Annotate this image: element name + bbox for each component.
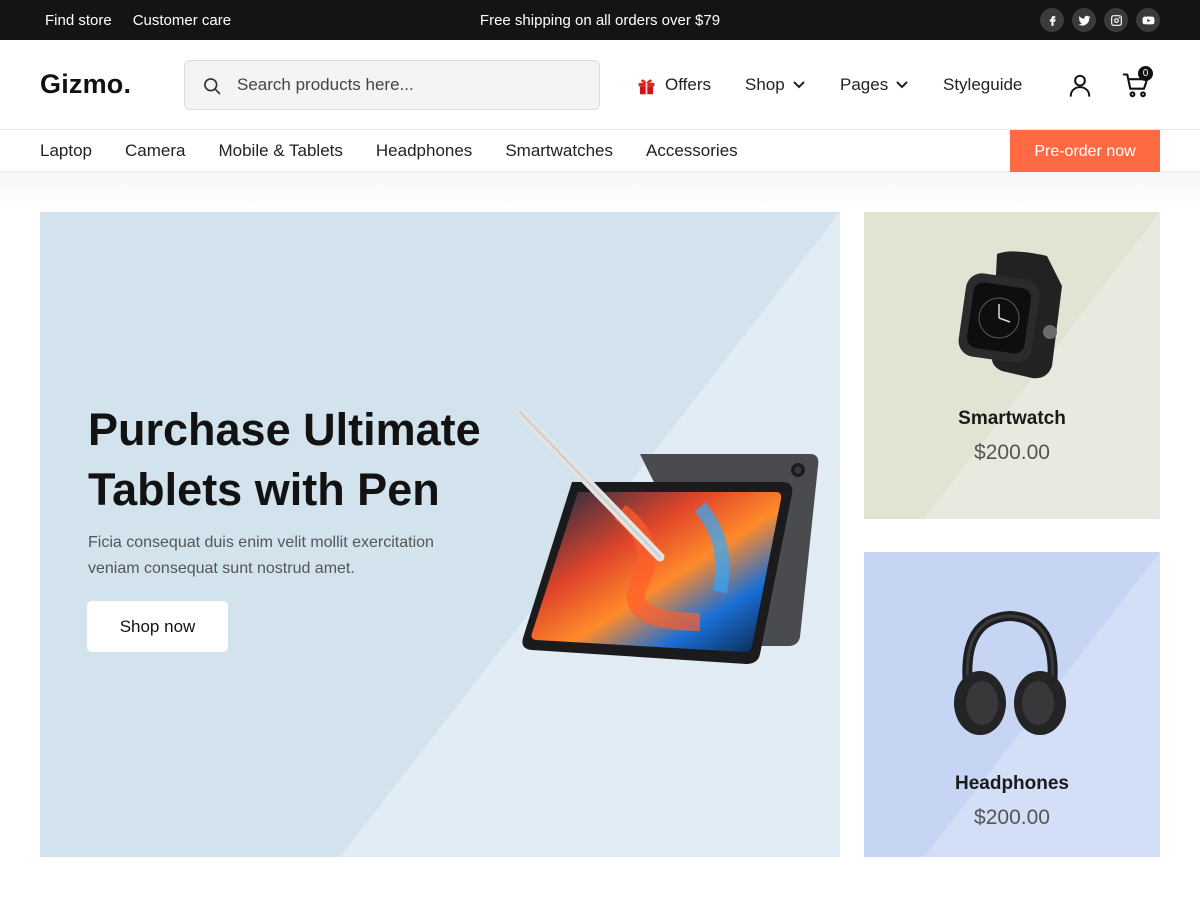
product-title: Headphones (954, 773, 1070, 794)
nav-pages-label: Pages (840, 75, 889, 94)
cart-count-badge: 0 (1138, 66, 1153, 81)
product-price: $200.00 (974, 441, 1050, 464)
user-icon[interactable] (1067, 72, 1093, 98)
hero-title: Purchase Ultimate Tablets with Pen (88, 404, 481, 515)
hero-banner: Purchase Ultimate Tablets with Pen Ficia… (40, 212, 840, 857)
find-store-link[interactable]: Find store (45, 12, 112, 29)
nav-styleguide[interactable]: Styleguide (943, 40, 1022, 130)
nav-offers-label: Offers (665, 75, 711, 94)
site-logo[interactable]: Gizmo. (40, 69, 131, 100)
search-icon[interactable] (202, 76, 222, 96)
category-mobile-tablets[interactable]: Mobile & Tablets (218, 141, 342, 161)
search-input[interactable] (237, 61, 587, 109)
tablet-image (515, 407, 819, 664)
preorder-button[interactable]: Pre-order now (1010, 130, 1160, 173)
top-bar: Find store Customer care Free shipping o… (0, 0, 1200, 40)
nav-shop-label: Shop (745, 75, 785, 94)
youtube-icon[interactable] (1136, 8, 1160, 32)
category-nav: Laptop Camera Mobile & Tablets Headphone… (40, 130, 738, 172)
product-card-smartwatch[interactable]: Smartwatch $200.00 (864, 212, 1160, 519)
product-price: $200.00 (974, 806, 1050, 829)
category-laptop[interactable]: Laptop (40, 141, 92, 161)
facebook-icon[interactable] (1040, 8, 1064, 32)
category-camera[interactable]: Camera (125, 141, 185, 161)
nav-styleguide-label: Styleguide (943, 75, 1023, 94)
top-links: Find store Customer care (45, 0, 231, 40)
instagram-icon[interactable] (1104, 8, 1128, 32)
nav-offers[interactable]: Offers (636, 40, 711, 130)
shop-now-button[interactable]: Shop now (87, 601, 228, 652)
social-links (1040, 8, 1160, 32)
chevron-down-icon (793, 81, 805, 89)
headphones-image (954, 610, 1066, 735)
nav-shop[interactable]: Shop (745, 40, 805, 130)
section-divider (0, 172, 1200, 212)
twitter-icon[interactable] (1072, 8, 1096, 32)
hero-description: Ficia consequat duis enim velit mollit e… (88, 534, 434, 577)
product-card-headphones[interactable]: Headphones $200.00 (864, 552, 1160, 857)
nav-pages[interactable]: Pages (840, 40, 908, 130)
gift-icon (638, 78, 655, 94)
customer-care-link[interactable]: Customer care (133, 12, 231, 29)
category-smartwatches[interactable]: Smartwatches (505, 141, 613, 161)
category-accessories[interactable]: Accessories (646, 141, 738, 161)
main-header: Gizmo. Offers Shop Pages Styleguide 0 (0, 40, 1200, 130)
chevron-down-icon (896, 81, 908, 89)
category-headphones[interactable]: Headphones (376, 141, 472, 161)
smartwatch-image (958, 251, 1062, 379)
search-bar (184, 60, 600, 110)
product-title: Smartwatch (958, 408, 1066, 429)
category-bar: Laptop Camera Mobile & Tablets Headphone… (0, 129, 1200, 173)
